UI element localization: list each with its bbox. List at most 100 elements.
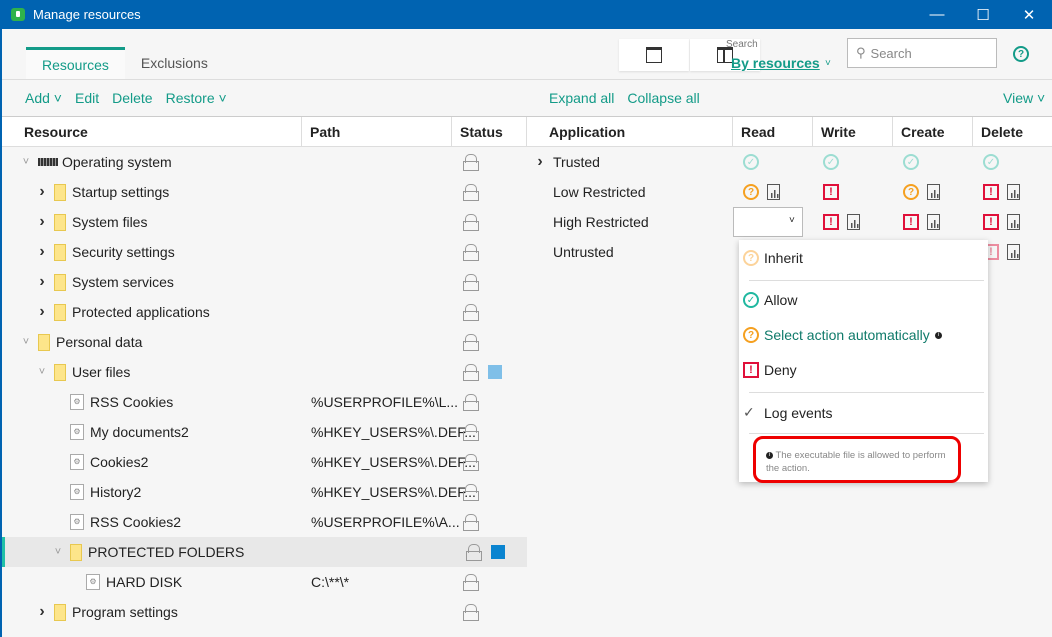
rights-cell[interactable]: ! [983,214,1020,230]
minimize-button[interactable]: — [914,0,960,29]
column-header-create[interactable]: Create [893,117,973,146]
chevron-down-icon[interactable]: ˅ [20,336,32,348]
column-header-delete[interactable]: Delete [973,117,1052,146]
view-menu-button[interactable]: View ˅ [1003,90,1045,106]
maximize-button[interactable]: ☐ [960,0,1006,29]
application-row[interactable]: › Trusted [527,147,1052,177]
rights-cell[interactable]: ! [983,184,1020,200]
resource-row[interactable]: ˅ Operating system [2,147,527,177]
settings-file-icon: ⚙ [70,394,84,410]
menu-item-deny[interactable]: ! Deny [743,362,797,378]
resource-row[interactable]: ˅ Personal data [2,327,527,357]
deny-icon: ! [823,214,839,230]
expand-all-button[interactable]: Expand all [549,90,614,106]
lock-icon [463,334,479,351]
resource-row[interactable]: › Startup settings [2,177,527,207]
edit-button[interactable]: Edit [75,90,99,106]
resource-name: PROTECTED FOLDERS [88,544,245,560]
resource-row[interactable]: › Protected applications [2,297,527,327]
column-header-status[interactable]: Status [452,117,527,146]
deny-icon: ! [983,184,999,200]
chevron-right-icon[interactable]: › [36,303,48,321]
column-header-application[interactable]: Application [527,117,733,146]
chevron-right-icon[interactable]: › [36,183,48,201]
folder-icon [54,363,66,381]
deny-icon: ! [983,214,999,230]
deny-icon: ! [743,362,759,378]
lock-icon [463,604,479,621]
folder-icon [54,213,66,231]
read-rights-dropdown[interactable]: ˅ [733,207,803,237]
window-title: Manage resources [33,7,141,22]
tab-resources[interactable]: Resources [26,47,125,79]
resource-row[interactable]: › System services [2,267,527,297]
rights-cell[interactable]: ✓ [903,154,919,170]
close-button[interactable]: ✕ [1006,0,1052,29]
lock-icon [463,364,479,381]
chevron-right-icon[interactable]: › [527,153,553,171]
resource-row[interactable]: › System files [2,207,527,237]
menu-item-inherit[interactable]: ? Inherit [743,250,803,266]
rights-cell[interactable]: ! [823,184,839,200]
search-mode-dropdown[interactable]: By resources [731,55,820,71]
chip-icon [38,158,58,166]
lock-icon [463,394,479,411]
resource-row[interactable]: ⚙ My documents2 %HKEY_USERS%\.DEF... [2,417,527,447]
rights-cell[interactable]: ? [743,184,780,200]
tab-exclusions[interactable]: Exclusions [125,47,224,79]
column-header-resource[interactable]: Resource [2,117,302,146]
application-row[interactable]: Low Restricted [527,177,1052,207]
menu-item-label: Deny [764,362,797,378]
resource-row[interactable]: ˅ PROTECTED FOLDERS [2,537,527,567]
column-header-path[interactable]: Path [302,117,452,146]
search-icon: ⚲ [856,45,866,60]
menu-item-select-automatically[interactable]: ? Select action automatically i [743,327,942,343]
chevron-right-icon[interactable]: › [36,273,48,291]
resource-row[interactable]: ⚙ HARD DISK C:\**\* [2,567,527,597]
chevron-down-icon[interactable]: ˅ [52,546,64,558]
chevron-right-icon[interactable]: › [36,243,48,261]
resource-row[interactable]: ⚙ Cookies2 %HKEY_USERS%\.DEF... [2,447,527,477]
divider [2,79,1052,80]
rights-cell[interactable]: ! [823,214,860,230]
help-icon[interactable]: ? [1013,46,1029,62]
resource-row[interactable]: › Security settings [2,237,527,267]
restore-button[interactable]: Restore ˅ [166,90,227,106]
chevron-right-icon[interactable]: › [36,213,48,231]
add-button[interactable]: Add ˅ [25,90,62,106]
menu-item-allow[interactable]: ✓ Allow [743,292,797,308]
check-circle-icon: ✓ [983,154,999,170]
rights-cell[interactable]: ✓ [823,154,839,170]
menu-item-log-events[interactable]: ✓ Log events [743,404,833,421]
search-mode-value: By resources [731,55,820,71]
rights-cell[interactable]: ! [983,244,1020,260]
settings-file-icon: ⚙ [70,514,84,530]
rights-cell[interactable]: ? [903,184,940,200]
rights-cell[interactable]: ! [903,214,940,230]
resource-name: Cookies2 [90,454,149,470]
resource-row[interactable]: ⚙ RSS Cookies2 %USERPROFILE%\A... [2,507,527,537]
chevron-down-icon[interactable]: ˅ [20,156,32,168]
color-marker [491,545,505,559]
resource-row[interactable]: ⚙ History2 %HKEY_USERS%\.DEF... [2,477,527,507]
column-header-write[interactable]: Write [813,117,893,146]
check-circle-icon: ✓ [743,154,759,170]
resource-row[interactable]: › Program settings [2,597,527,627]
check-circle-icon: ✓ [903,154,919,170]
rights-cell[interactable]: ✓ [743,154,759,170]
note-text: The executable file is allowed to perfor… [766,450,946,474]
chevron-right-icon[interactable]: › [36,603,48,621]
lock-icon [463,424,479,441]
chevron-down-icon[interactable]: ˅ [36,366,48,378]
collapse-all-button[interactable]: Collapse all [627,90,699,106]
resource-row[interactable]: ˅ User files [2,357,527,387]
single-pane-button[interactable] [619,39,689,71]
column-header-read[interactable]: Read [733,117,813,146]
search-input[interactable]: ⚲ Search [847,38,997,68]
search-mode-label: Search [726,39,758,50]
rights-cell[interactable]: ✓ [983,154,999,170]
app-logo-icon [11,8,25,21]
delete-button[interactable]: Delete [112,90,152,106]
resource-row[interactable]: ⚙ RSS Cookies %USERPROFILE%\L... [2,387,527,417]
resource-path: C:\**\* [311,574,350,590]
